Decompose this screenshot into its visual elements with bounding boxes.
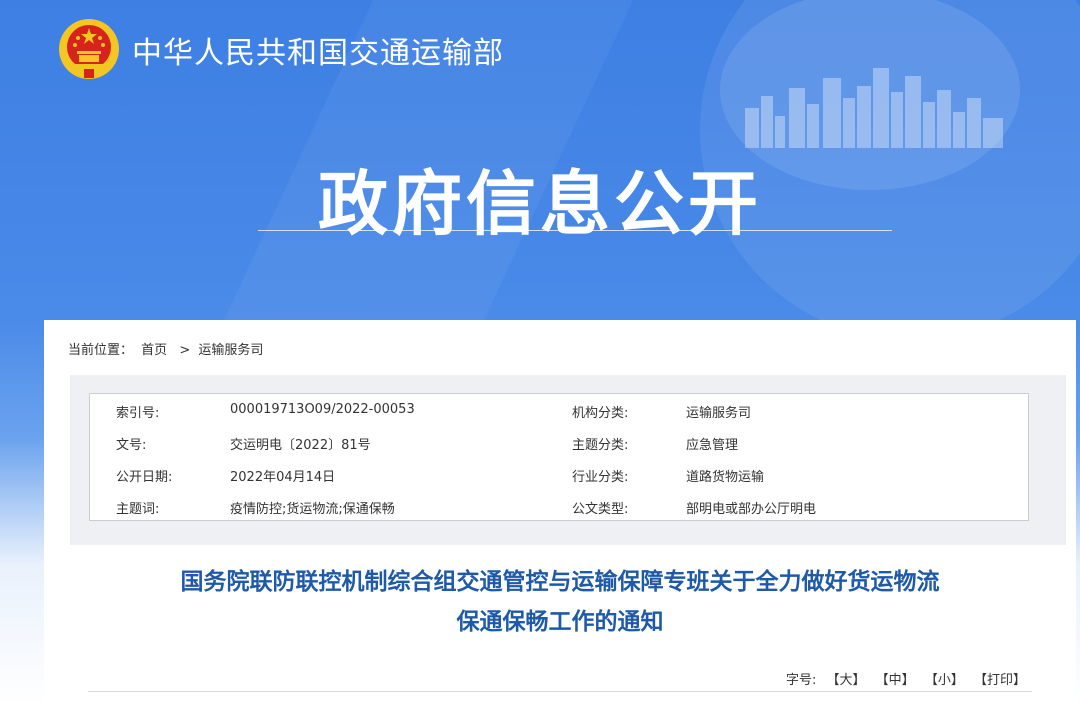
- breadcrumb-home-link[interactable]: 首页: [141, 343, 167, 358]
- breadcrumb-prefix: 当前位置：: [68, 343, 134, 358]
- meta-label-doc-number: 文号:: [116, 438, 147, 453]
- font-size-medium-button[interactable]: 【中】: [876, 673, 915, 688]
- font-size-label: 字号:: [785, 673, 817, 688]
- meta-value-topic: 应急管理: [686, 438, 739, 453]
- meta-label-doc-type: 公文类型:: [572, 502, 629, 517]
- meta-label-publish-date: 公开日期:: [116, 470, 173, 485]
- breadcrumb-department-link[interactable]: 运输服务司: [198, 343, 263, 358]
- meta-value-publish-date: 2022年04月14日: [230, 470, 336, 485]
- meta-label-agency: 机构分类:: [572, 406, 629, 421]
- title-underline: [258, 230, 892, 231]
- content-divider: [88, 691, 1032, 692]
- breadcrumb: 当前位置： 首页 > 运输服务司: [68, 339, 267, 358]
- font-size-small-button[interactable]: 【小】: [925, 673, 964, 688]
- meta-value-index: 000019713O09/2022-00053: [230, 402, 415, 417]
- city-skyline-illustration: [745, 68, 1003, 148]
- meta-label-index: 索引号:: [116, 406, 160, 421]
- document-title-line-2: 保通保畅工作的通知: [456, 609, 664, 635]
- meta-label-industry: 行业分类:: [572, 470, 629, 485]
- document-meta-table: 索引号: 000019713O09/2022-00053 文号: 交运明电〔20…: [89, 393, 1029, 521]
- meta-value-agency: 运输服务司: [686, 406, 752, 421]
- site-name[interactable]: 中华人民共和国交通运输部: [132, 28, 504, 72]
- document-title: 国务院联防联控机制综合组交通管控与运输保障专班关于全力做好货运物流 保通保畅工作…: [44, 562, 1076, 642]
- content-card: 当前位置： 首页 > 运输服务司 索引号: 000019713O09/2022-…: [44, 320, 1076, 706]
- meta-value-doc-type: 部明电或部办公厅明电: [686, 502, 817, 517]
- section-title: 政府信息公开: [318, 163, 762, 245]
- breadcrumb-separator: >: [179, 343, 191, 358]
- font-size-large-button[interactable]: 【大】: [827, 673, 866, 688]
- meta-value-doc-number: 交运明电〔2022〕81号: [230, 438, 371, 453]
- meta-value-keywords: 疫情防控;货运物流;保通保畅: [230, 502, 395, 517]
- meta-label-keywords: 主题词:: [116, 502, 160, 517]
- meta-label-topic: 主题分类:: [572, 438, 629, 453]
- meta-value-industry: 道路货物运输: [686, 470, 765, 485]
- font-size-controls: 字号: 【大】 【中】 【小】 【打印】: [786, 669, 1026, 688]
- national-emblem-logo: [59, 19, 119, 79]
- print-button[interactable]: 【打印】: [974, 673, 1026, 688]
- document-title-line-1: 国务院联防联控机制综合组交通管控与运输保障专班关于全力做好货运物流: [180, 569, 940, 595]
